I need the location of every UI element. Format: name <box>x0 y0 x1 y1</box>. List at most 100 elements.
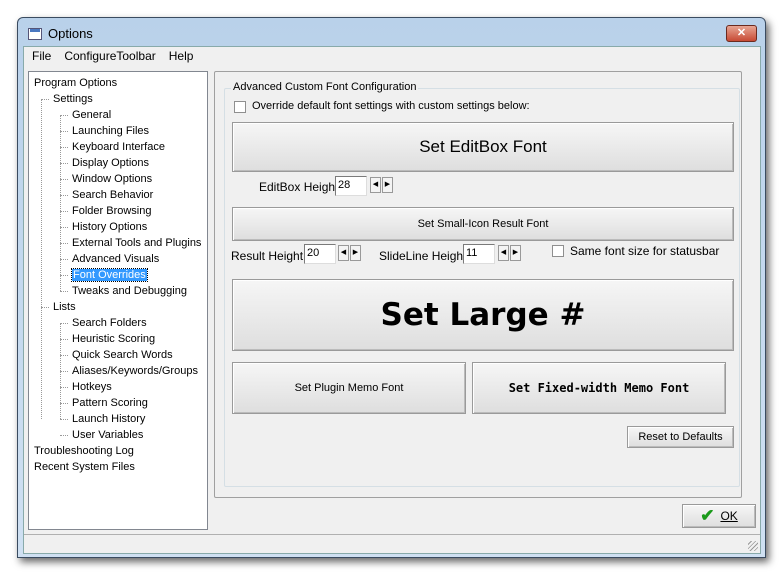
slideline-height-spinner[interactable]: ◀ ▶ <box>498 245 521 261</box>
tree-item[interactable]: Tweaks and Debugging <box>72 283 187 299</box>
tree-item-label: External Tools and Plugins <box>72 237 202 249</box>
result-height-input[interactable]: 20 <box>304 244 336 264</box>
tree-item[interactable]: History Options <box>72 219 147 235</box>
tree-item[interactable]: Hotkeys <box>72 379 112 395</box>
slideline-height-label: SlideLine Height: <box>379 249 470 263</box>
tree-item[interactable]: Search Folders <box>72 315 147 331</box>
tree-item[interactable]: Search Behavior <box>72 187 153 203</box>
resize-grip-icon[interactable] <box>748 541 758 551</box>
client-area: File ConfigureToolbar Help Program Optio… <box>23 46 761 554</box>
title-bar: Options <box>28 26 93 41</box>
tree-item-label: Advanced Visuals <box>72 253 160 265</box>
menu-bar: File ConfigureToolbar Help <box>24 47 198 67</box>
tree-item[interactable]: Heuristic Scoring <box>72 331 155 347</box>
tree-connector <box>60 259 68 260</box>
spin-right-icon[interactable]: ▶ <box>350 245 361 261</box>
tree-item-label: Program Options <box>34 77 118 89</box>
spin-left-icon[interactable]: ◀ <box>338 245 349 261</box>
tree-item-label: Settings <box>53 93 93 105</box>
reset-defaults-button[interactable]: Reset to Defaults <box>627 426 734 448</box>
editbox-height-input[interactable]: 28 <box>335 176 367 196</box>
tree-item-label: Launch History <box>72 413 146 425</box>
tree-item[interactable]: Recent System Files <box>34 459 135 475</box>
tree-item[interactable]: Settings <box>53 91 93 107</box>
set-editbox-font-button[interactable]: Set EditBox Font <box>232 122 734 172</box>
spin-right-icon[interactable]: ▶ <box>510 245 521 261</box>
tree-item[interactable]: Font Overrides <box>71 267 148 283</box>
tree-connector <box>60 227 68 228</box>
editbox-height-label: EditBox Height: <box>259 180 342 194</box>
spin-right-icon[interactable]: ▶ <box>382 177 393 193</box>
tree-item-label: Window Options <box>72 173 153 185</box>
tree-item[interactable]: Program Options <box>34 75 117 91</box>
ok-button[interactable]: ✔ OK <box>682 504 756 528</box>
tree-item-label: Quick Search Words <box>72 349 173 361</box>
tree-connector <box>60 131 68 132</box>
app-icon <box>28 27 42 40</box>
tree-item[interactable]: Pattern Scoring <box>72 395 148 411</box>
tree-connector <box>60 323 68 324</box>
set-small-icon-font-button[interactable]: Set Small-Icon Result Font <box>232 207 734 241</box>
set-fixed-width-memo-font-button[interactable]: Set Fixed-width Memo Font <box>472 362 726 414</box>
check-icon: ✔ <box>700 506 715 525</box>
statusbar-checkbox[interactable] <box>552 245 564 257</box>
tree-connector <box>60 195 68 196</box>
tree-item[interactable]: Window Options <box>72 171 152 187</box>
tree-item-label: Troubleshooting Log <box>34 445 134 457</box>
slideline-height-input[interactable]: 11 <box>463 244 495 264</box>
tree-item[interactable]: Launch History <box>72 411 145 427</box>
tree-item-label: Hotkeys <box>72 381 112 393</box>
tree-item-label: Lists <box>53 301 76 313</box>
result-height-spinner[interactable]: ◀ ▶ <box>338 245 361 261</box>
tree-item[interactable]: Troubleshooting Log <box>34 443 134 459</box>
tree-item[interactable]: Display Options <box>72 155 149 171</box>
tree-connector <box>60 387 68 388</box>
options-tree[interactable]: Program Options Settings General Launching … <box>28 71 208 530</box>
tree-connector <box>60 355 68 356</box>
group-title: Advanced Custom Font Configuration <box>231 81 419 93</box>
tree-item[interactable]: Lists <box>53 299 76 315</box>
set-plugin-memo-font-button[interactable]: Set Plugin Memo Font <box>232 362 466 414</box>
tree-item[interactable]: Advanced Visuals <box>72 251 159 267</box>
tree-connector <box>60 147 68 148</box>
tree-item[interactable]: User Variables <box>72 427 143 443</box>
tree-item-label: Pattern Scoring <box>72 397 148 409</box>
tree-item[interactable]: Keyboard Interface <box>72 139 165 155</box>
tree-item-label: Tweaks and Debugging <box>72 285 187 297</box>
spin-left-icon[interactable]: ◀ <box>498 245 509 261</box>
tree-item[interactable]: External Tools and Plugins <box>72 235 201 251</box>
settings-panel: Advanced Custom Font Configuration Overr… <box>214 71 742 498</box>
set-large-font-button[interactable]: Set Large # <box>232 279 734 351</box>
result-height-label: Result Height: <box>231 249 307 263</box>
ok-label: OK <box>720 509 738 523</box>
editbox-height-spinner[interactable]: ◀ ▶ <box>370 177 393 193</box>
tree-connector <box>41 99 42 419</box>
menu-configuretoolbar[interactable]: ConfigureToolbar <box>56 47 160 67</box>
tree-connector <box>60 371 68 372</box>
override-label: Override default font settings with cust… <box>252 100 530 112</box>
tree-connector <box>60 339 68 340</box>
tree-connector <box>60 211 68 212</box>
close-button[interactable]: ✕ <box>726 25 757 42</box>
window-title: Options <box>48 26 93 41</box>
tree-item[interactable]: General <box>72 107 111 123</box>
tree-item[interactable]: Folder Browsing <box>72 203 151 219</box>
override-checkbox[interactable] <box>234 101 246 113</box>
tree-item-label: History Options <box>72 221 148 233</box>
tree-item[interactable]: Quick Search Words <box>72 347 173 363</box>
tree-item-label: Launching Files <box>72 125 150 137</box>
menu-help[interactable]: Help <box>161 47 199 67</box>
tree-item-label: Search Folders <box>72 317 147 329</box>
options-window: Options ✕ File ConfigureToolbar Help Pro… <box>17 17 766 558</box>
tree-connector <box>41 307 49 308</box>
tree-connector <box>60 115 61 291</box>
tree-connector <box>60 291 68 292</box>
menu-file[interactable]: File <box>24 47 56 67</box>
font-config-group: Advanced Custom Font Configuration Overr… <box>224 81 740 487</box>
tree-item[interactable]: Aliases/Keywords/Groups <box>72 363 198 379</box>
tree-item-label: General <box>72 109 112 121</box>
tree-connector <box>60 419 68 420</box>
spin-left-icon[interactable]: ◀ <box>370 177 381 193</box>
tree-connector <box>60 179 68 180</box>
tree-item[interactable]: Launching Files <box>72 123 149 139</box>
